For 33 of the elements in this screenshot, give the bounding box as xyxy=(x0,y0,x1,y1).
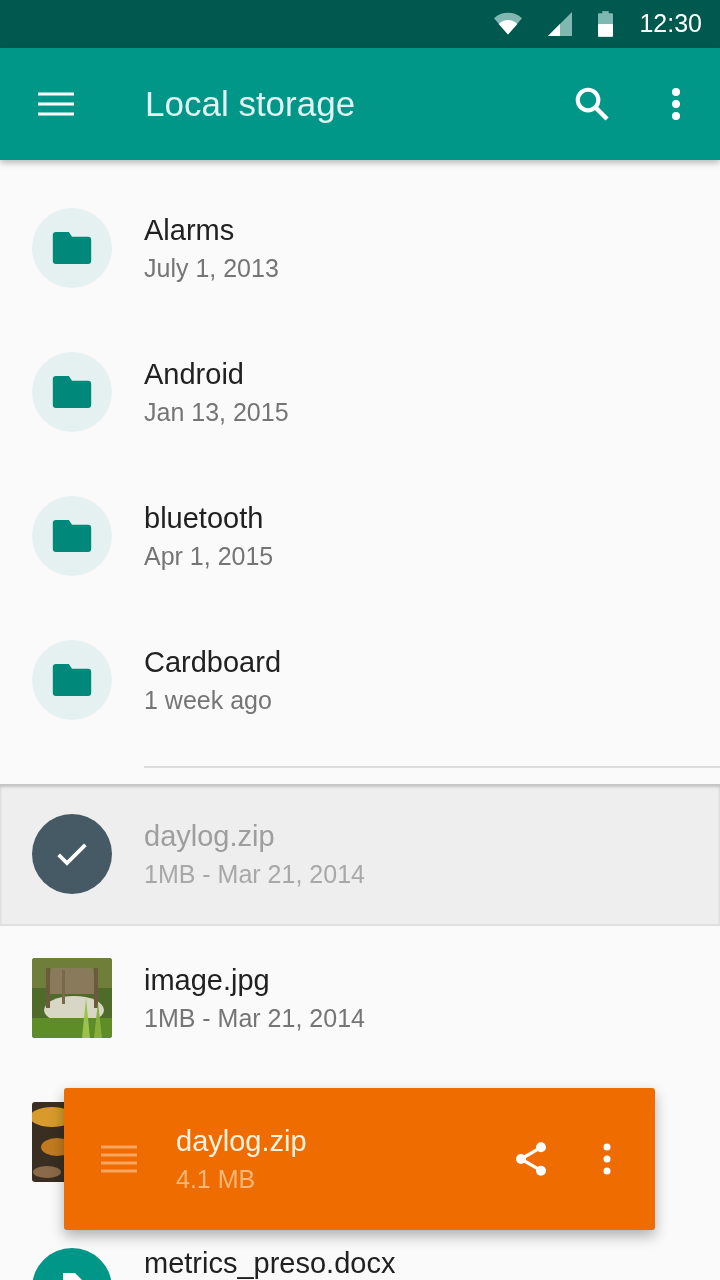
menu-icon xyxy=(38,92,74,116)
folder-date: July 1, 2013 xyxy=(144,253,279,284)
folder-date: Apr 1, 2015 xyxy=(144,541,274,572)
folder-date: Jan 13, 2015 xyxy=(144,397,289,428)
folder-name: Cardboard xyxy=(144,645,282,680)
clock-time: 12:30 xyxy=(639,8,702,40)
folder-icon xyxy=(52,520,92,552)
more-icon xyxy=(672,88,680,120)
folder-name: Android xyxy=(144,357,245,392)
app-title: Local storage xyxy=(145,82,357,125)
drag-handle-icon xyxy=(101,1145,137,1173)
folder-icon xyxy=(52,376,92,408)
file-name: image.jpg xyxy=(144,963,271,998)
search-icon xyxy=(573,85,611,123)
folder-icon xyxy=(52,232,92,264)
folder-row[interactable]: Cardboard 1 week ago xyxy=(0,608,720,752)
folder-name: bluetooth xyxy=(144,501,265,536)
file-details: 1MB - Mar 21, 2014 xyxy=(144,1003,365,1034)
folder-date: 1 week ago xyxy=(144,685,273,716)
folder-row[interactable]: Android Jan 13, 2015 xyxy=(0,320,720,464)
folder-row[interactable]: Alarms July 1, 2013 xyxy=(0,176,720,320)
file-details: 1MB - Mar 21, 2014 xyxy=(144,859,365,890)
drag-file-name: daylog.zip xyxy=(176,1124,308,1159)
more-icon xyxy=(603,1143,611,1175)
battery-icon xyxy=(598,11,614,37)
folder-icon xyxy=(52,664,92,696)
drag-file-size: 4.1 MB xyxy=(176,1164,257,1195)
wifi-icon xyxy=(494,12,523,36)
signal-icon xyxy=(548,12,573,36)
folder-name: Alarms xyxy=(144,213,236,248)
file-name: metrics_preso.docx xyxy=(144,1248,396,1278)
file-name: daylog.zip xyxy=(144,819,276,854)
folder-row[interactable]: bluetooth Apr 1, 2015 xyxy=(0,464,720,608)
